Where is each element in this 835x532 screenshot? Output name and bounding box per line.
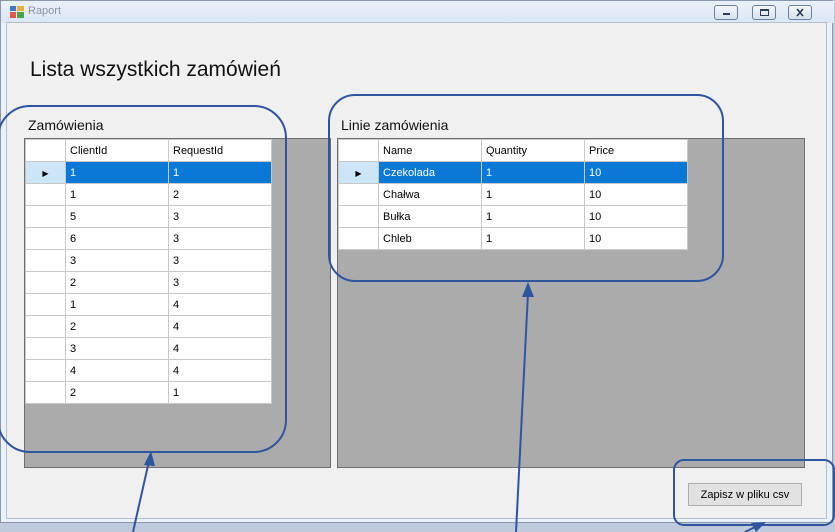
row-header[interactable] [25, 381, 66, 404]
orders-label: Zamówienia [28, 117, 104, 133]
maximize-icon [760, 9, 769, 16]
column-header[interactable]: Price [584, 139, 688, 162]
current-row-icon: ▶ [42, 168, 49, 178]
window-title: Raport [28, 5, 62, 17]
table-cell[interactable]: 3 [65, 249, 169, 272]
title-bar: Raport [1, 1, 834, 23]
row-header[interactable]: ▶ [338, 161, 379, 184]
table-cell[interactable]: 5 [65, 205, 169, 228]
table-cell[interactable]: 2 [65, 381, 169, 404]
order-lines-label: Linie zamówienia [341, 117, 449, 133]
minimize-icon [723, 13, 730, 15]
row-header[interactable] [25, 293, 66, 316]
row-header[interactable] [338, 205, 379, 228]
table-cell[interactable]: Czekolada [378, 161, 482, 184]
table-row[interactable]: 53 [25, 205, 272, 228]
row-header[interactable] [25, 315, 66, 338]
order-lines-grid[interactable]: Name Quantity Price ▶ Czekolada 1 10 Chałwa 1 10 B… [337, 138, 805, 468]
corner-header-cell[interactable] [338, 139, 379, 162]
table-cell[interactable]: 3 [168, 205, 272, 228]
table-cell[interactable]: 3 [168, 271, 272, 294]
table-cell[interactable]: 3 [168, 227, 272, 250]
row-header[interactable] [25, 205, 66, 228]
row-header[interactable] [338, 227, 379, 250]
row-header[interactable] [25, 337, 66, 360]
order-lines-table: Name Quantity Price ▶ Czekolada 1 10 Chałwa 1 10 B… [338, 139, 688, 250]
table-row[interactable]: 23 [25, 271, 272, 294]
table-row[interactable]: ▶ 1 1 [25, 161, 272, 184]
save-csv-button[interactable]: Zapisz w pliku csv [688, 483, 802, 506]
table-cell[interactable]: 2 [65, 315, 169, 338]
header-row: ClientId RequestId [25, 139, 272, 162]
close-button[interactable] [788, 5, 812, 20]
table-cell[interactable]: 10 [584, 205, 688, 228]
table-cell[interactable]: 4 [65, 359, 169, 382]
table-row[interactable]: 21 [25, 381, 272, 404]
row-header[interactable] [25, 249, 66, 272]
annotation-arrow-save-button [744, 522, 766, 532]
row-header[interactable] [25, 183, 66, 206]
table-cell[interactable]: 1 [65, 161, 169, 184]
table-row[interactable]: 63 [25, 227, 272, 250]
table-cell[interactable]: 2 [65, 271, 169, 294]
orders-grid[interactable]: ClientId RequestId ▶ 1 1 1 2 5 3 6 3 3 3 2 3 1 4 2 4 3 4 4 4 2 1 [24, 138, 331, 468]
corner-header-cell[interactable] [25, 139, 66, 162]
table-row[interactable]: 24 [25, 315, 272, 338]
minimize-button[interactable] [714, 5, 738, 20]
row-header[interactable] [25, 227, 66, 250]
table-cell[interactable]: Chałwa [378, 183, 482, 206]
table-cell[interactable]: 10 [584, 183, 688, 206]
table-cell[interactable]: 4 [168, 359, 272, 382]
table-row[interactable]: 12 [25, 183, 272, 206]
row-header[interactable] [25, 271, 66, 294]
table-cell[interactable]: 1 [168, 161, 272, 184]
table-cell[interactable]: Bułka [378, 205, 482, 228]
table-cell[interactable]: 3 [168, 249, 272, 272]
page-title: Lista wszystkich zamówień [30, 58, 281, 81]
table-cell[interactable]: Chleb [378, 227, 482, 250]
table-cell[interactable]: 1 [481, 183, 585, 206]
table-row[interactable]: ▶ Czekolada 1 10 [338, 161, 688, 184]
column-header[interactable]: RequestId [168, 139, 272, 162]
table-cell[interactable]: 1 [481, 161, 585, 184]
table-cell[interactable]: 1 [65, 183, 169, 206]
table-cell[interactable]: 10 [584, 227, 688, 250]
table-row[interactable]: 14 [25, 293, 272, 316]
table-row[interactable]: 34 [25, 337, 272, 360]
table-row[interactable]: Bułka 1 10 [338, 205, 688, 228]
table-row[interactable]: Chałwa 1 10 [338, 183, 688, 206]
table-cell[interactable]: 1 [65, 293, 169, 316]
table-cell[interactable]: 10 [584, 161, 688, 184]
table-cell[interactable]: 6 [65, 227, 169, 250]
table-cell[interactable]: 2 [168, 183, 272, 206]
close-icon [796, 8, 804, 17]
table-row[interactable]: 33 [25, 249, 272, 272]
app-icon [10, 6, 24, 18]
header-row: Name Quantity Price [338, 139, 688, 162]
table-cell[interactable]: 1 [481, 205, 585, 228]
table-cell[interactable]: 3 [65, 337, 169, 360]
table-cell[interactable]: 4 [168, 293, 272, 316]
row-header[interactable] [338, 183, 379, 206]
table-cell[interactable]: 4 [168, 337, 272, 360]
table-row[interactable]: Chleb 1 10 [338, 227, 688, 250]
table-cell[interactable]: 1 [168, 381, 272, 404]
column-header[interactable]: Quantity [481, 139, 585, 162]
table-row[interactable]: 44 [25, 359, 272, 382]
orders-table: ClientId RequestId ▶ 1 1 1 2 5 3 6 3 3 3 2 3 1 4 2 4 3 4 4 4 2 1 [25, 139, 272, 404]
table-cell[interactable]: 1 [481, 227, 585, 250]
row-header[interactable]: ▶ [25, 161, 66, 184]
current-row-icon: ▶ [355, 168, 362, 178]
maximize-button[interactable] [752, 5, 776, 20]
column-header[interactable]: ClientId [65, 139, 169, 162]
table-cell[interactable]: 4 [168, 315, 272, 338]
row-header[interactable] [25, 359, 66, 382]
column-header[interactable]: Name [378, 139, 482, 162]
